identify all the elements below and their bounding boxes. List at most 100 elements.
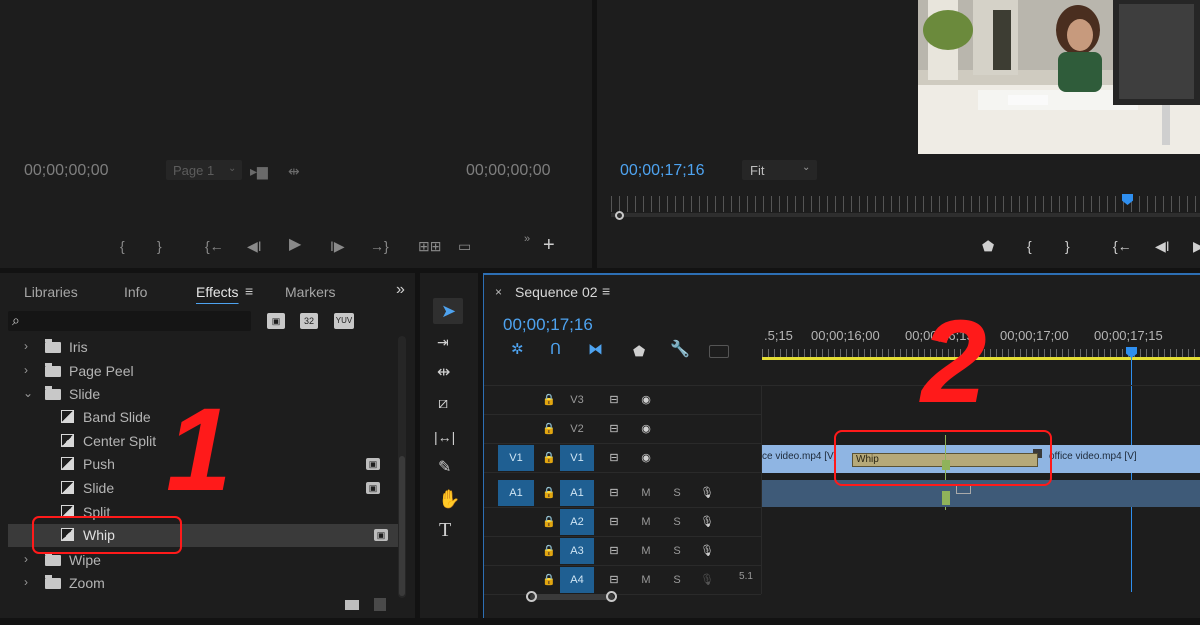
page-select[interactable]: Page 1 ⌄ (166, 160, 242, 180)
lock-icon[interactable]: 🔒 (541, 479, 557, 507)
linked-selection-icon[interactable]: ⧓ (588, 342, 603, 357)
track-select-icon[interactable]: ⇥ (437, 335, 449, 349)
pen-tool-icon[interactable]: ✎ (438, 460, 451, 476)
mute-button[interactable]: M (638, 537, 654, 565)
sync-lock-icon[interactable]: ⊟ (604, 566, 624, 594)
accelerated-effects-filter-icon[interactable]: ▣ (267, 313, 285, 329)
track-label[interactable]: V3 (569, 386, 585, 414)
slip-tool-icon[interactable]: |↔| (434, 430, 455, 444)
insert-marker-icon[interactable]: ▸▆ (250, 164, 268, 178)
solo-button[interactable]: S (670, 508, 684, 536)
mark-out-icon[interactable]: } (1065, 239, 1070, 253)
program-timecode[interactable]: 00;00;17;16 (620, 162, 705, 180)
sync-lock-icon[interactable]: ⊟ (604, 537, 624, 565)
nest-icon[interactable]: ✲ (511, 342, 524, 357)
scroll-handle-right[interactable] (606, 591, 617, 602)
scroll-handle-left[interactable] (526, 591, 537, 602)
chevron-down-icon[interactable]: ⌄ (23, 386, 33, 400)
lock-icon[interactable]: 🔒 (541, 566, 557, 594)
zoom-handle[interactable] (615, 211, 624, 220)
track-label[interactable]: V2 (569, 415, 585, 443)
eye-icon[interactable]: ◉ (636, 386, 656, 414)
tab-libraries[interactable]: Libraries (24, 284, 78, 300)
play-icon[interactable]: ▶ (289, 237, 301, 253)
source-patch-a1[interactable]: A1 (498, 480, 534, 506)
step-back-icon[interactable]: ◀I (1155, 239, 1170, 253)
tree-folder-page-peel[interactable]: › Page Peel (0, 360, 398, 383)
microphone-icon[interactable]: 🎙 (700, 479, 714, 507)
sequence-timecode[interactable]: 00;00;17;16 (503, 315, 593, 335)
tree-folder-zoom[interactable]: › Zoom (0, 572, 398, 595)
solo-button[interactable]: S (670, 537, 684, 565)
tab-markers[interactable]: Markers (285, 284, 336, 300)
effects-search-input[interactable]: ⌕ (8, 311, 251, 331)
overwrite-icon[interactable]: ▭ (458, 239, 471, 253)
program-zoom-bar[interactable] (611, 213, 1200, 217)
type-tool-icon[interactable]: T (439, 520, 451, 540)
lock-icon[interactable]: 🔒 (541, 386, 557, 414)
program-time-ruler[interactable] (611, 196, 1200, 212)
track-target-a2[interactable]: A2 (560, 509, 594, 535)
wrench-icon[interactable]: 🔧 (670, 342, 690, 358)
microphone-icon[interactable]: 🎙 (700, 566, 714, 594)
source-patch-v1[interactable]: V1 (498, 445, 534, 471)
eye-icon[interactable]: ◉ (636, 415, 656, 443)
insert-icon[interactable]: ⊞⊞ (418, 239, 441, 253)
32bit-filter-button[interactable]: 32 (300, 313, 318, 329)
tab-info[interactable]: Info (124, 284, 147, 300)
solo-button[interactable]: S (670, 566, 684, 594)
chevron-right-icon[interactable]: › (24, 363, 28, 377)
selection-tool-button[interactable]: ➤ (433, 298, 463, 324)
go-to-in-icon[interactable]: {← (205, 239, 224, 253)
more-buttons-icon[interactable]: » (524, 232, 530, 246)
source-timecode-out[interactable]: 00;00;00;00 (466, 162, 551, 180)
microphone-icon[interactable]: 🎙 (700, 508, 714, 536)
track-target-v1[interactable]: V1 (560, 445, 594, 471)
ripple-edit-icon[interactable]: ⇹ (437, 365, 450, 381)
microphone-icon[interactable]: 🎙 (700, 537, 714, 565)
fit-select[interactable]: Fit ⌄ (742, 160, 817, 180)
panel-menu-icon[interactable]: ≡ (602, 283, 610, 299)
yuv-filter-button[interactable]: YUV (334, 313, 354, 329)
close-icon[interactable]: × (495, 285, 502, 299)
effects-scrollbar[interactable] (398, 336, 406, 598)
tree-folder-iris[interactable]: › Iris (0, 336, 398, 359)
lock-icon[interactable]: 🔒 (541, 508, 557, 536)
overflow-tabs-icon[interactable]: » (396, 281, 405, 299)
snap-magnet-icon[interactable]: Ո (550, 342, 561, 357)
lock-icon[interactable]: 🔒 (541, 415, 557, 443)
add-button-icon[interactable]: + (543, 235, 555, 255)
go-to-in-icon[interactable]: {← (1113, 239, 1132, 253)
add-marker-icon[interactable]: ⬟ (633, 344, 645, 358)
sync-lock-icon[interactable]: ⊟ (604, 386, 624, 414)
sync-lock-icon[interactable]: ⊟ (604, 444, 624, 472)
timeline-h-scrollbar[interactable] (530, 594, 614, 600)
step-forward-icon[interactable]: I▶ (330, 239, 345, 253)
tab-effects[interactable]: Effects (196, 284, 239, 300)
sequence-tab[interactable]: Sequence 02 (515, 284, 598, 300)
razor-icon[interactable]: ⧄ (438, 396, 448, 412)
track-target-a1[interactable]: A1 (560, 480, 594, 506)
solo-button[interactable]: S (670, 479, 684, 507)
lock-icon[interactable]: 🔒 (541, 444, 557, 472)
mute-button[interactable]: M (638, 479, 654, 507)
sync-lock-icon[interactable]: ⊟ (604, 508, 624, 536)
trash-icon[interactable] (374, 598, 386, 611)
mark-out-icon[interactable]: } (157, 239, 162, 253)
new-bin-icon[interactable] (345, 600, 359, 610)
lock-icon[interactable]: 🔒 (541, 537, 557, 565)
captions-icon[interactable] (709, 345, 729, 358)
mute-button[interactable]: M (638, 566, 654, 594)
mark-in-icon[interactable]: { (1027, 239, 1032, 253)
chevron-right-icon[interactable]: › (24, 575, 28, 589)
go-to-out-icon[interactable]: →} (370, 239, 389, 253)
panel-menu-icon[interactable]: ≡ (245, 283, 253, 299)
step-back-icon[interactable]: ◀I (247, 239, 262, 253)
eye-icon[interactable]: ◉ (636, 444, 656, 472)
source-timecode-in[interactable]: 00;00;00;00 (24, 162, 109, 180)
add-marker-icon[interactable]: ⬟ (982, 239, 994, 253)
scrollbar-thumb[interactable] (399, 456, 405, 596)
mute-button[interactable]: M (638, 508, 654, 536)
track-target-a4[interactable]: A4 (560, 567, 594, 593)
chevron-right-icon[interactable]: › (24, 339, 28, 353)
